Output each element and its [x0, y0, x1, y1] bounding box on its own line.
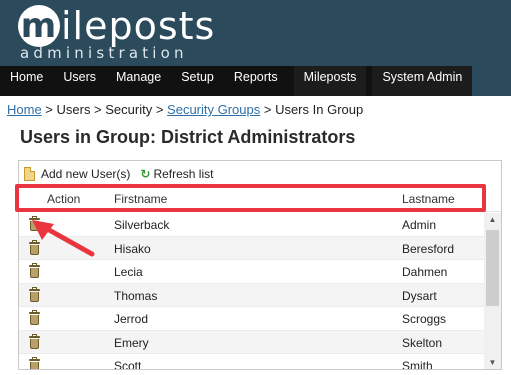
nav-setup[interactable]: Setup [171, 66, 224, 96]
trash-icon[interactable] [29, 263, 40, 278]
main-nav: Home Users Manage Setup Reports Milepost… [0, 66, 511, 96]
cell-firstname: Hisako [114, 241, 151, 256]
page-title: Users in Group: District Administrators [20, 127, 356, 147]
app-header: m ileposts administration [0, 0, 511, 66]
nav-filler [472, 66, 511, 96]
cell-lastname: Admin [402, 218, 437, 232]
nav-mileposts[interactable]: Mileposts [293, 66, 367, 96]
trash-icon[interactable] [29, 333, 40, 349]
annotation-arrow-icon [32, 220, 95, 257]
breadcrumb-current: > Users In Group [260, 102, 364, 117]
cell-firstname: Jerrod [114, 312, 149, 326]
mileposts-logo[interactable]: m ileposts [18, 4, 215, 48]
cell-lastname: Beresford [402, 241, 455, 256]
refresh-list-label: Refresh list [153, 167, 214, 181]
table-row[interactable]: Emery Skelton [19, 330, 485, 354]
breadcrumb-home-link[interactable]: Home [7, 102, 42, 117]
nav-reports[interactable]: Reports [223, 66, 288, 96]
cell-lastname: Scroggs [402, 312, 447, 326]
trash-icon[interactable] [29, 286, 40, 302]
cell-firstname: Silverback [114, 218, 170, 232]
breadcrumb-text: > Users > Security > [41, 102, 168, 117]
scrollbar-thumb[interactable] [486, 230, 499, 306]
nav-users[interactable]: Users [53, 66, 106, 96]
cell-firstname: Thomas [114, 288, 158, 303]
table-row[interactable]: Lecia Dahmen [19, 260, 485, 284]
trash-icon[interactable] [29, 310, 40, 325]
add-new-users-button[interactable]: Add new User(s) [24, 167, 130, 181]
table-row[interactable]: Thomas Dysart [19, 283, 485, 307]
grid-scrollbar[interactable]: ▲ ▼ [484, 213, 501, 369]
logo-text: ileposts [61, 4, 216, 48]
refresh-list-button[interactable]: ↻ Refresh list [140, 167, 213, 181]
nav-manage[interactable]: Manage [106, 66, 172, 96]
breadcrumb: Home > Users > Security > Security Group… [7, 102, 363, 117]
logo-initial: m [18, 5, 60, 47]
trash-icon[interactable] [29, 357, 40, 369]
cell-firstname: Emery [114, 335, 149, 350]
annotation-highlight-box [15, 184, 486, 212]
cell-lastname: Skelton [402, 335, 443, 350]
cell-lastname: Dahmen [402, 265, 448, 279]
cell-firstname: Lecia [114, 265, 143, 279]
scroll-down-arrow-icon[interactable]: ▼ [484, 356, 501, 369]
nav-system-admin[interactable]: System Admin [372, 66, 473, 96]
table-row[interactable]: Scott Smith [19, 354, 485, 370]
nav-home[interactable]: Home [0, 66, 54, 96]
logo-subtitle: administration [20, 44, 188, 62]
add-document-icon [24, 167, 35, 181]
refresh-icon: ↻ [140, 167, 151, 181]
scroll-up-arrow-icon[interactable]: ▲ [484, 213, 501, 227]
breadcrumb-security-groups-link[interactable]: Security Groups [167, 102, 260, 117]
cell-firstname: Scott [114, 359, 142, 370]
add-new-users-label: Add new User(s) [41, 167, 131, 181]
cell-lastname: Dysart [402, 288, 437, 303]
cell-lastname: Smith [402, 359, 433, 370]
table-row[interactable]: Jerrod Scroggs [19, 307, 485, 331]
